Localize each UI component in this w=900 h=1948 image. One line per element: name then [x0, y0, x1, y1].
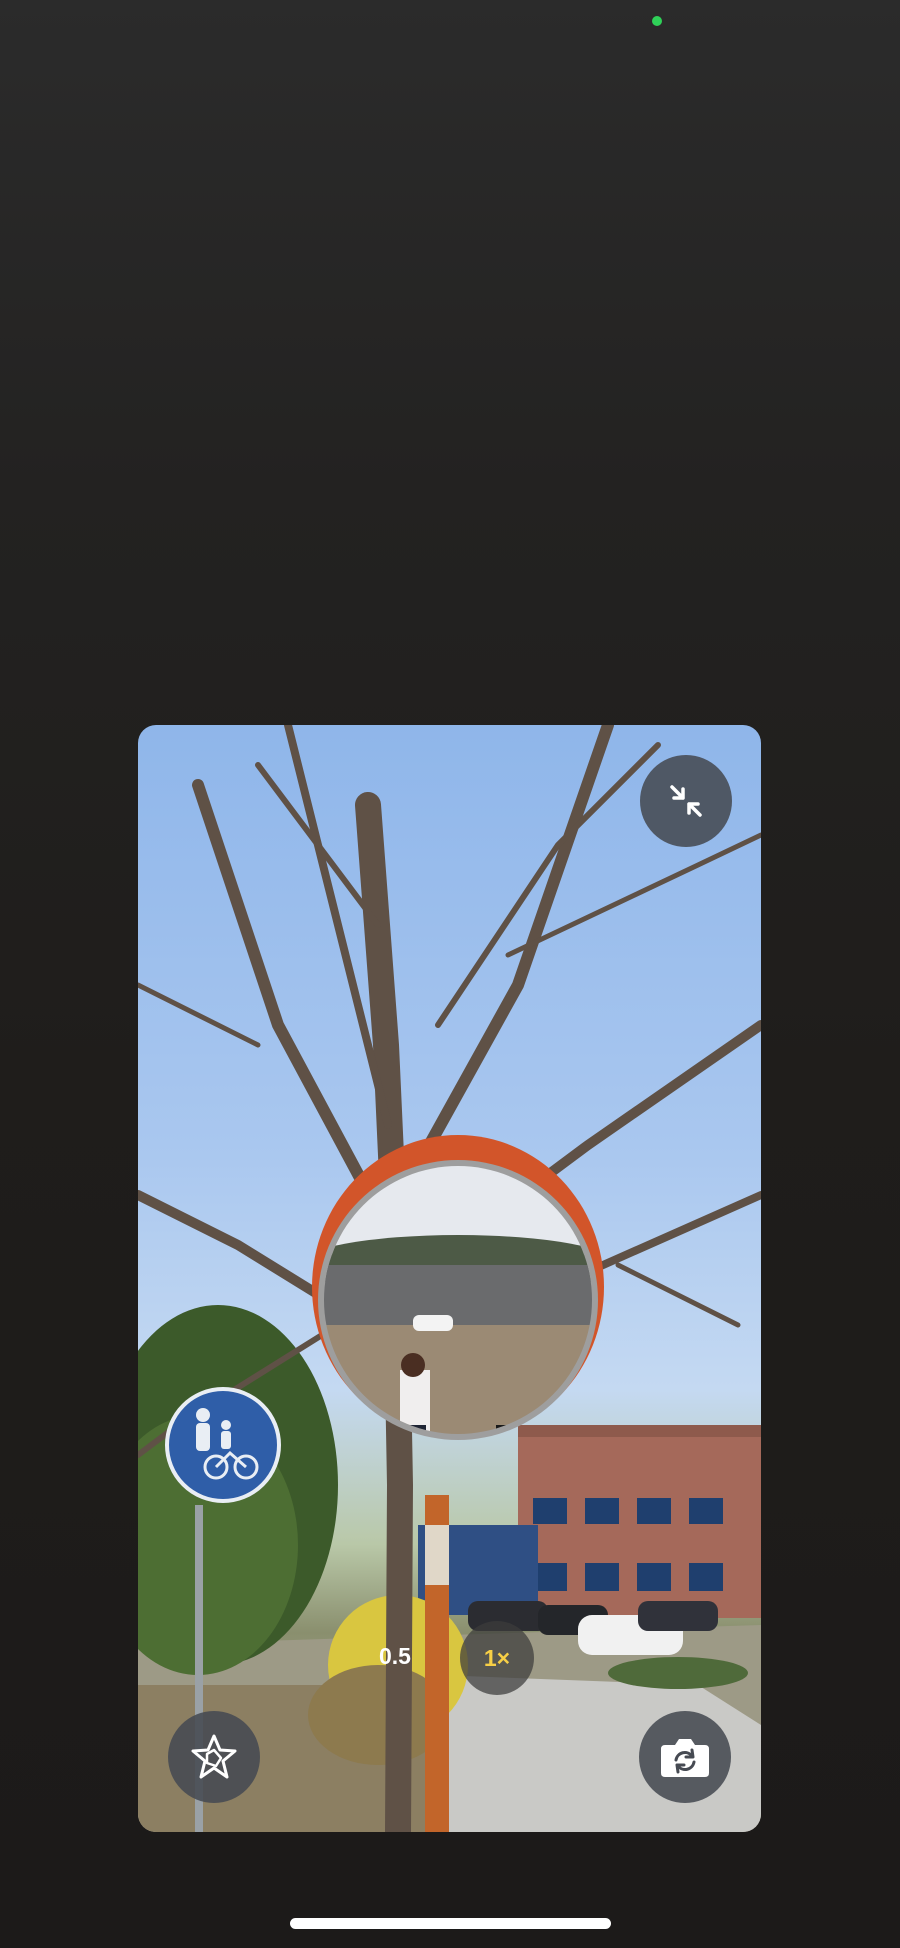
zoom-0.5x-button[interactable]: 0.5 — [366, 1631, 424, 1681]
zoom-1x-button[interactable]: 1× — [460, 1621, 534, 1695]
star-effects-icon — [191, 1734, 237, 1779]
collapse-button[interactable] — [640, 755, 732, 847]
camera-scene-image — [138, 725, 761, 1832]
flip-camera-button[interactable] — [639, 1711, 731, 1803]
camera-preview[interactable]: 0.5 1× — [138, 725, 761, 1832]
effects-button[interactable] — [168, 1711, 260, 1803]
home-indicator[interactable] — [290, 1918, 611, 1929]
collapse-arrows-icon — [670, 785, 702, 817]
camera-in-use-indicator — [652, 16, 662, 26]
camera-flip-icon — [661, 1739, 709, 1777]
